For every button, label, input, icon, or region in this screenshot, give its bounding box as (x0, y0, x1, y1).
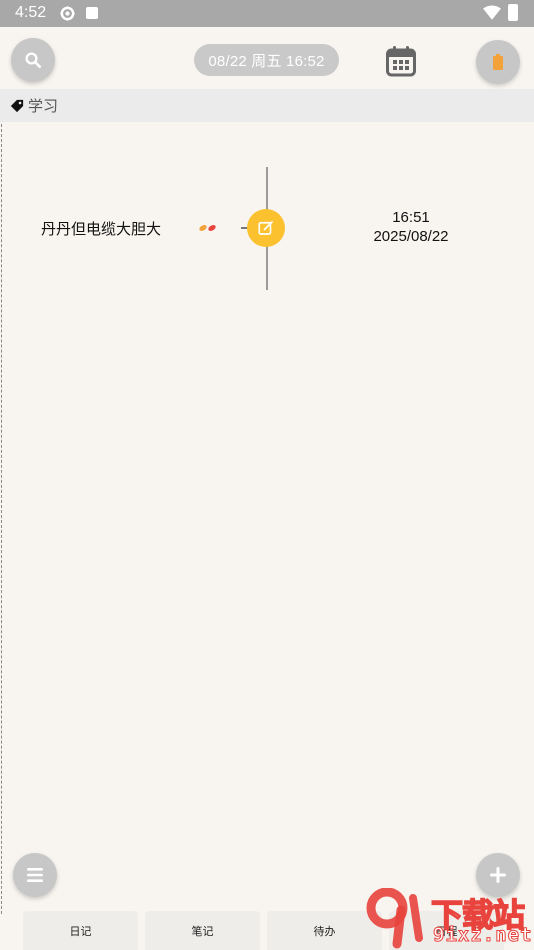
entry-text[interactable]: 丹丹但电缆大胆大 (41, 218, 161, 239)
mood-icon (199, 225, 216, 231)
menu-button[interactable] (13, 853, 57, 897)
battery-icon (493, 54, 503, 70)
watermark-domain: 9ixz.net (433, 924, 533, 947)
calendar-button[interactable] (385, 45, 417, 77)
calendar-icon (386, 46, 416, 77)
category-bar[interactable]: 学习 (0, 89, 534, 122)
gear-icon (59, 5, 76, 22)
menu-icon (27, 868, 43, 882)
app-header: 08/22 周五 16:52 (0, 27, 534, 89)
battery-icon (508, 4, 518, 21)
entry-date: 2025/08/22 (373, 228, 449, 245)
entry-timestamp: 16:51 2025/08/22 (361, 208, 461, 246)
edit-icon (258, 221, 273, 235)
search-button[interactable] (11, 38, 55, 82)
entry-time: 16:51 (392, 209, 430, 226)
wifi-icon (483, 5, 501, 20)
status-time: 4:52 (15, 4, 47, 21)
left-dashed-guide (1, 124, 2, 914)
category-label: 学习 (28, 97, 59, 115)
watermark-logo (366, 888, 423, 949)
date-time-pill[interactable]: 08/22 周五 16:52 (194, 44, 339, 76)
watermark: 下载站 9ixz.net (363, 888, 534, 950)
battery-button[interactable] (476, 40, 520, 84)
tab-diary[interactable]: 日记 (23, 911, 138, 950)
edit-entry-button[interactable] (247, 209, 285, 247)
tag-icon (10, 99, 24, 112)
status-bar: 4:52 (0, 0, 534, 27)
a-icon (86, 7, 98, 19)
tab-notes[interactable]: 笔记 (145, 911, 260, 950)
plus-icon (490, 867, 506, 883)
search-icon (25, 52, 42, 69)
